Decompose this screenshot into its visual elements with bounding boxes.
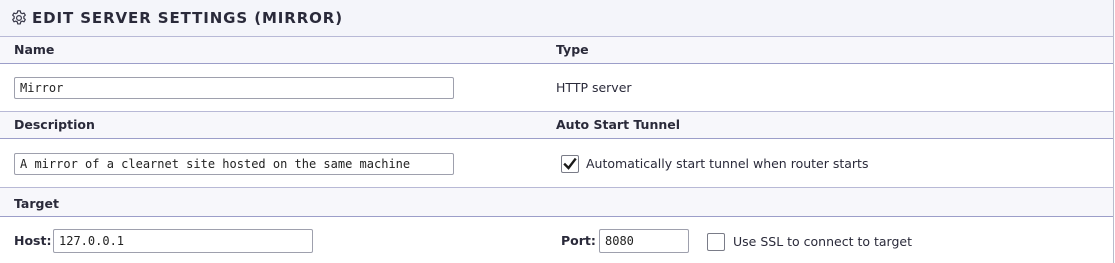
ssl-text: Use SSL to connect to target <box>733 234 912 249</box>
target-row: Host: Port: Use SSL to connect to target <box>0 217 1113 263</box>
host-label: Host: <box>14 233 52 248</box>
port-label: Port: <box>561 233 596 248</box>
page-title: EDIT SERVER SETTINGS (MIRROR) <box>32 9 344 27</box>
target-label: Target <box>14 196 59 211</box>
panel-title-bar: EDIT SERVER SETTINGS (MIRROR) <box>0 0 1113 37</box>
checkmark-icon <box>563 157 577 170</box>
name-type-header: Name Type <box>0 36 1113 64</box>
auto-start-checkbox[interactable] <box>561 155 579 173</box>
description-autostart-row: Automatically start tunnel when router s… <box>0 139 1113 186</box>
target-header: Target <box>0 187 1113 217</box>
gear-icon <box>10 9 28 27</box>
port-input[interactable] <box>599 229 689 253</box>
type-value: HTTP server <box>556 80 632 95</box>
name-label: Name <box>14 42 55 57</box>
ssl-checkbox[interactable] <box>707 233 725 251</box>
host-input[interactable] <box>53 229 313 253</box>
type-label: Type <box>556 42 589 57</box>
description-input[interactable] <box>14 153 454 175</box>
auto-start-label: Auto Start Tunnel <box>556 117 681 132</box>
description-label: Description <box>14 117 95 132</box>
name-input[interactable] <box>14 77 454 99</box>
description-autostart-header: Description Auto Start Tunnel <box>0 111 1113 139</box>
server-settings-panel: EDIT SERVER SETTINGS (MIRROR) Name Type … <box>0 0 1114 263</box>
auto-start-text: Automatically start tunnel when router s… <box>586 156 869 171</box>
name-type-row: HTTP server <box>0 64 1113 111</box>
